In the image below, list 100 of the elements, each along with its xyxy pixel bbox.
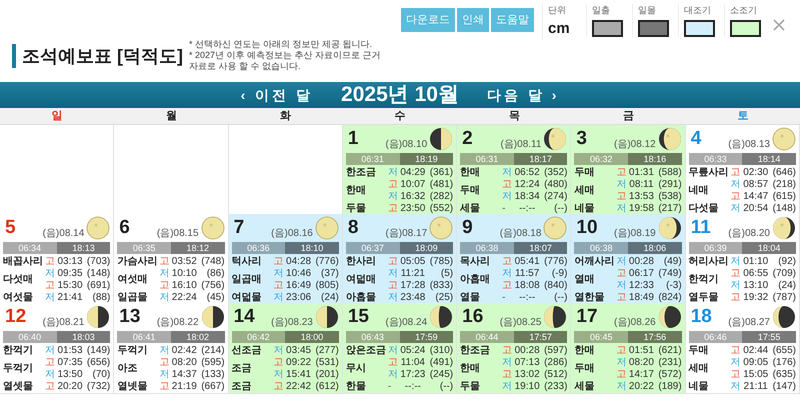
title-accent: [12, 44, 16, 68]
tide-name: 두매: [460, 185, 482, 197]
tide-height: (24): [320, 292, 339, 304]
tide-type: 저: [159, 292, 170, 304]
month-title: 2025년 10월: [341, 82, 459, 108]
lunar-date: (음)08.25: [500, 318, 542, 328]
tide-type: 저: [730, 357, 742, 369]
tide-type: 고: [45, 357, 56, 369]
tide-name: 열한물: [574, 292, 606, 304]
tide-height: (147): [772, 381, 796, 393]
tide-height: (37): [320, 268, 339, 280]
sunset-time: 18:06: [628, 242, 682, 254]
tide-height: (189): [657, 381, 682, 393]
lunar-date: (음)08.14: [42, 229, 84, 239]
tide-time: --:--: [404, 381, 422, 393]
tide-type: 고: [388, 256, 399, 268]
tide-name: 한물: [346, 381, 367, 393]
tide-time: 09:05: [742, 357, 770, 369]
tide-type: 저: [45, 369, 56, 381]
tide-height: (--): [438, 381, 454, 393]
close-icon[interactable]: [772, 18, 786, 32]
tide-time: 09:35: [56, 268, 84, 280]
tide-name: 세물: [574, 381, 596, 393]
tide-height: (612): [314, 381, 339, 393]
tide-time: 16:10: [170, 280, 198, 292]
day-number: 7: [232, 216, 244, 237]
tide-type: 고: [502, 280, 514, 292]
tide-time: 04:29: [399, 167, 426, 179]
tide-type: 저: [730, 203, 742, 215]
tide-time: 20:20: [56, 381, 84, 393]
tide-time: 16:49: [285, 280, 312, 292]
sunrise-time: 06:38: [460, 242, 514, 254]
tide-type: 고: [159, 280, 170, 292]
lunar-date: (음)08.22: [156, 318, 199, 328]
tide-type: 저: [730, 381, 742, 393]
tide-name: 한매: [574, 345, 596, 357]
weekday-header: 일: [50, 109, 64, 124]
tide-name: 어깨사리: [574, 256, 616, 268]
lunar-date: (음)08.16: [271, 229, 313, 239]
tide-type: 고: [388, 203, 399, 215]
tide-time: 23:50: [399, 203, 426, 215]
tide-time: 07:13: [514, 357, 541, 369]
tide-type: 고: [730, 268, 742, 280]
day-number: 4: [690, 127, 702, 148]
tide-height: (282): [428, 191, 454, 203]
tide-name: 두물: [460, 381, 482, 393]
tide-time: 10:46: [285, 268, 312, 280]
tide-name: 턱사리: [232, 256, 263, 268]
tide-type: 저: [502, 268, 514, 280]
tide-type: -: [502, 292, 506, 304]
day-number: 13: [118, 305, 140, 326]
sunset-time: 18:14: [742, 153, 796, 165]
tide-time: 16:32: [399, 191, 426, 203]
toolbar-button[interactable]: 인쇄: [457, 8, 489, 32]
tide-type: 저: [616, 179, 628, 191]
sunset-time: 18:19: [400, 153, 454, 165]
tide-type: 고: [159, 357, 170, 369]
tide-height: (572): [657, 369, 682, 381]
sunrise-time: 06:45: [574, 331, 628, 343]
tide-height: (655): [772, 345, 796, 357]
tide-time: 19:58: [628, 203, 655, 215]
tide-type: 고: [274, 256, 285, 268]
day-number: 17: [575, 305, 598, 326]
tide-height: (--): [553, 203, 568, 215]
day-number: 11: [690, 216, 711, 237]
tide-name: 조금: [232, 363, 253, 375]
page-title: 조석예보표 [덕적도]: [22, 45, 183, 68]
tide-name: 두매: [574, 363, 596, 375]
tide-height: (25): [434, 292, 454, 304]
tide-height: (24): [777, 280, 796, 292]
tide-name: 열두물: [688, 292, 720, 304]
tide-time: 15:30: [56, 280, 84, 292]
tide-name: 무시: [346, 363, 367, 375]
weekday-header: 금: [622, 109, 636, 124]
tide-type: 저: [616, 280, 628, 292]
tide-height: (667): [200, 381, 225, 393]
tide-height: (787): [772, 292, 796, 304]
tide-name: 일곱물: [117, 292, 148, 304]
tide-height: (149): [86, 345, 110, 357]
lunar-date: (음)08.20: [728, 229, 770, 239]
tide-name: 선조금: [232, 345, 263, 357]
tide-height: (621): [657, 345, 682, 357]
tide-time: 17:28: [399, 280, 426, 292]
tide-name: 일곱매: [232, 274, 263, 286]
tide-time: 18:08: [514, 280, 541, 292]
tide-name: 가슴사리: [117, 256, 158, 268]
sunset-time: 18:17: [514, 153, 568, 165]
toolbar-button[interactable]: 도움말: [491, 8, 534, 32]
tide-time: 00:28: [628, 256, 655, 268]
tide-height: (218): [772, 179, 796, 191]
next-month-link[interactable]: 다음 달 ›: [486, 84, 560, 106]
tide-name: 네물: [574, 203, 596, 215]
tide-height: (703): [86, 256, 110, 268]
tide-name: 아홉매: [460, 274, 492, 286]
toolbar-button[interactable]: 다운로드: [401, 8, 455, 32]
prev-month-link[interactable]: ‹ 이전 달: [240, 84, 314, 106]
tide-name: 여덟매: [346, 274, 377, 286]
lunar-date: (음)08.23: [271, 318, 313, 328]
sunset-time: 18:00: [285, 331, 339, 343]
day-number: 16: [461, 305, 484, 326]
